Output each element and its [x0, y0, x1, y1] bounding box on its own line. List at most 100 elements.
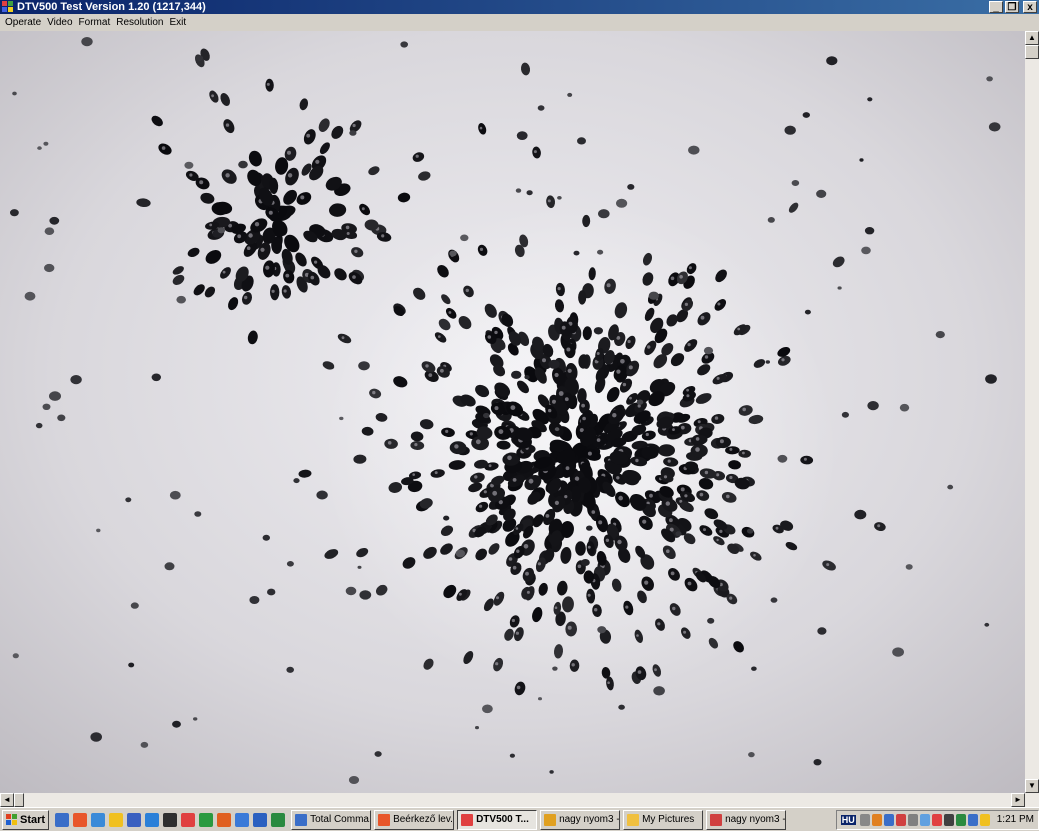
cell-highlight	[554, 500, 560, 505]
quick-launch-icon[interactable]	[181, 812, 196, 827]
cell-highlight	[577, 564, 582, 569]
cell-highlight	[445, 429, 449, 433]
scattered-particle	[577, 137, 586, 145]
cell-highlight	[222, 270, 226, 274]
cell-highlight	[523, 544, 529, 549]
scattered-particle	[746, 528, 754, 534]
cell-highlight	[498, 429, 504, 434]
tray-icon[interactable]	[967, 813, 978, 826]
scattered-particle	[400, 41, 409, 48]
menu-exit[interactable]: Exit	[166, 14, 189, 31]
task-button[interactable]: Total Comma...	[291, 809, 372, 830]
cell-highlight	[637, 670, 642, 674]
language-indicator[interactable]: HU	[840, 814, 856, 825]
cell-highlight	[688, 266, 692, 270]
cell-highlight	[306, 133, 311, 138]
scattered-particle	[598, 209, 610, 219]
cell-highlight	[587, 545, 591, 549]
cell-highlight	[412, 473, 416, 476]
quick-launch-icon[interactable]	[91, 812, 106, 827]
task-app-icon	[544, 813, 557, 826]
task-button[interactable]: Beérkező lev...	[374, 809, 455, 830]
scattered-particle	[12, 91, 17, 96]
scroll-up-button[interactable]: ▲	[1025, 31, 1039, 45]
cell-highlight	[620, 359, 625, 364]
tray-icon[interactable]	[919, 813, 930, 826]
scattered-particle	[176, 295, 186, 304]
scattered-particle	[443, 515, 450, 521]
scattered-particle	[293, 478, 300, 484]
menu-video[interactable]: Video	[44, 14, 75, 31]
scattered-particle	[817, 627, 827, 635]
quick-launch-icon[interactable]	[271, 812, 286, 827]
menu-format[interactable]: Format	[76, 14, 114, 31]
scroll-right-button[interactable]: ►	[1011, 793, 1025, 807]
task-button[interactable]: DTV500 T...	[457, 809, 538, 830]
cell-highlight	[587, 593, 591, 597]
tray-icon[interactable]	[907, 813, 918, 826]
scattered-particle	[90, 732, 102, 742]
quick-launch-icon[interactable]	[217, 812, 232, 827]
vertical-scroll-thumb[interactable]	[1025, 45, 1039, 59]
quick-launch-icon[interactable]	[109, 812, 124, 827]
tray-icon[interactable]	[955, 813, 966, 826]
scattered-particle	[511, 370, 522, 379]
cell-highlight	[582, 416, 586, 421]
cell-highlight	[448, 311, 452, 314]
quick-launch-icon[interactable]	[163, 812, 178, 827]
scattered-particle	[195, 55, 204, 61]
cell-highlight	[574, 476, 580, 481]
tray-icon[interactable]	[931, 813, 942, 826]
cell-highlight	[618, 495, 623, 501]
cell-highlight	[647, 345, 651, 349]
scroll-left-button[interactable]: ◄	[0, 793, 14, 807]
cell-highlight	[635, 458, 639, 463]
maximize-button[interactable]: ❐	[1005, 1, 1019, 13]
quick-launch-icon[interactable]	[235, 812, 250, 827]
scattered-particle	[537, 105, 545, 111]
cell-highlight	[665, 501, 670, 506]
minimize-button[interactable]: _	[989, 1, 1003, 13]
tray-icon[interactable]	[943, 813, 954, 826]
horizontal-scrollbar[interactable]: ◄ ►	[0, 793, 1039, 807]
cell-highlight	[803, 457, 807, 461]
menu-operate[interactable]: Operate	[2, 14, 44, 31]
cell-highlight	[515, 527, 519, 530]
cell-highlight	[742, 407, 746, 412]
video-view[interactable]	[0, 31, 1025, 793]
quick-launch-icon[interactable]	[55, 812, 70, 827]
scattered-particle	[802, 112, 810, 118]
tray-icon[interactable]	[871, 813, 882, 826]
start-button[interactable]: Start	[2, 809, 50, 830]
quick-launch-icon[interactable]	[127, 812, 142, 827]
quick-launch-icon[interactable]	[253, 812, 268, 827]
task-button[interactable]: My Pictures	[623, 809, 704, 830]
cell-highlight	[775, 526, 779, 530]
menu-resolution[interactable]: Resolution	[113, 14, 166, 31]
clock[interactable]: 1:21 PM	[997, 814, 1034, 825]
cell-highlight	[561, 325, 566, 330]
scattered-particle	[140, 741, 149, 748]
quick-launch-icon[interactable]	[145, 812, 160, 827]
quick-launch-icon[interactable]	[73, 812, 88, 827]
scroll-down-button[interactable]: ▼	[1025, 779, 1039, 793]
cell-highlight	[564, 397, 569, 402]
task-button[interactable]: nagy nyom3 -...	[540, 809, 621, 830]
tray-icon[interactable]	[979, 813, 990, 826]
tray-icon[interactable]	[859, 813, 870, 826]
quick-launch-icon[interactable]	[199, 812, 214, 827]
tray-icon[interactable]	[883, 813, 894, 826]
cell-highlight	[625, 605, 629, 609]
cell-highlight	[440, 368, 444, 373]
close-button[interactable]: x	[1023, 1, 1037, 13]
vertical-scrollbar[interactable]: ▲ ▼	[1025, 31, 1039, 793]
task-button[interactable]: nagy nyom3 -...	[706, 809, 787, 830]
tray-icon[interactable]	[895, 813, 906, 826]
cell-highlight	[496, 596, 499, 600]
scattered-particle	[524, 375, 530, 380]
scattered-particle	[217, 227, 226, 234]
cell-highlight	[826, 563, 830, 567]
scattered-particle	[988, 122, 1001, 132]
cell-highlight	[699, 492, 704, 497]
horizontal-scroll-thumb[interactable]	[14, 793, 24, 807]
